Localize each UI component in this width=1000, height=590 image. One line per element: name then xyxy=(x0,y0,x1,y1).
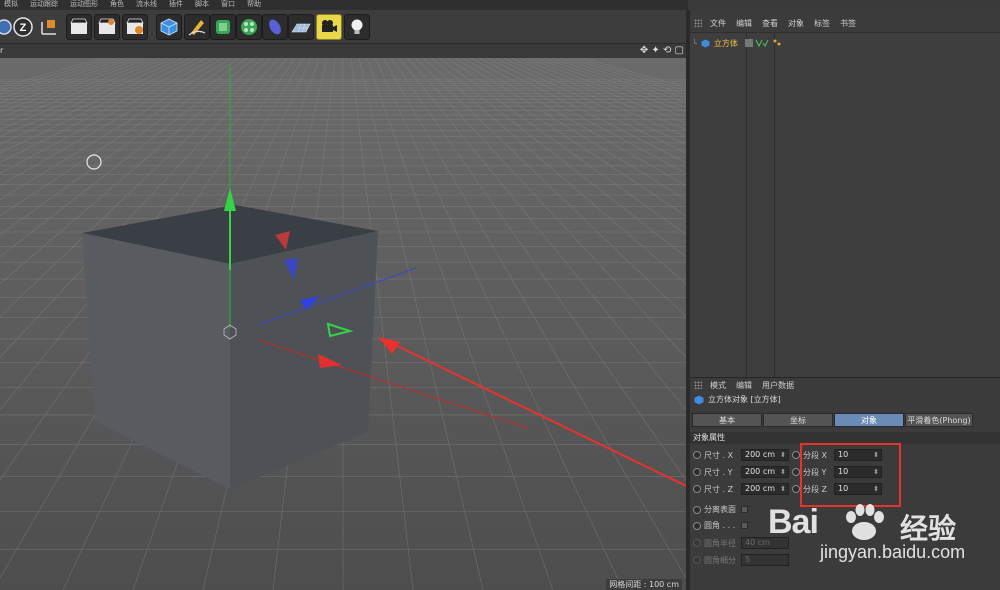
size-y-field[interactable]: 200 cm ⬍ xyxy=(741,466,789,478)
fillet-row: 圆角 . . . xyxy=(693,520,748,531)
attribute-title-text: 立方体对象 [立方体] xyxy=(708,395,781,404)
cube-object-icon xyxy=(701,39,710,47)
om-menu-file[interactable]: 文件 xyxy=(710,18,726,29)
tab-object[interactable]: 对象 xyxy=(834,413,904,427)
attr-menu-edit[interactable]: 编辑 xyxy=(736,380,752,391)
light-icon[interactable] xyxy=(344,14,370,40)
baidu-watermark: Bai 经验 jingyan.baidu.com xyxy=(760,497,1000,577)
fillet-subdivision-radio xyxy=(693,556,701,564)
object-row-cube[interactable]: └ 立方体 xyxy=(692,36,998,50)
tab-coord[interactable]: 坐标 xyxy=(763,413,833,427)
paw-logo-icon xyxy=(846,504,884,540)
viewport-label: r xyxy=(0,46,4,55)
3d-viewport[interactable]: 网格间距 : 100 cm xyxy=(0,58,686,590)
attribute-menu: 模式 编辑 用户数据 xyxy=(690,378,794,392)
separate-surfaces-label: 分离表面 xyxy=(704,505,736,514)
fillet-radius-label: 圆角半径 xyxy=(704,538,736,548)
menu-motion-tracking[interactable]: 运动跟踪 xyxy=(30,0,58,10)
floor-icon[interactable] xyxy=(288,14,314,40)
object-manager-menu: 文件 编辑 查看 对象 标签 书签 xyxy=(690,15,1000,31)
deformer-icon[interactable] xyxy=(262,14,288,40)
array-icon[interactable] xyxy=(236,14,262,40)
menu-window[interactable]: 窗口 xyxy=(221,0,235,10)
om-menu-edit[interactable]: 编辑 xyxy=(736,18,752,29)
main-menubar: 模拟 运动跟踪 运动图形 角色 流水线 插件 脚本 窗口 帮助 xyxy=(0,0,688,10)
tree-line-icon: └ xyxy=(692,38,697,48)
attr-menu-userdata[interactable]: 用户数据 xyxy=(762,380,794,391)
subdivision-icon[interactable] xyxy=(210,14,236,40)
viewport-header: r ✥ ✦ ⟲ ▢ xyxy=(0,44,688,58)
om-menu-view[interactable]: 查看 xyxy=(762,18,778,29)
om-menu-tags[interactable]: 标签 xyxy=(814,18,830,29)
attribute-title: 立方体对象 [立方体] xyxy=(694,394,781,405)
fillet-checkbox[interactable] xyxy=(741,522,748,529)
size-x-row: 尺寸 . X 200 cm ⬍ xyxy=(693,449,789,461)
size-x-label: 尺寸 . X xyxy=(704,450,734,460)
segment-y-radio[interactable] xyxy=(792,468,800,476)
fillet-subdivision-label: 圆角细分 xyxy=(704,555,736,565)
pen-icon[interactable] xyxy=(184,14,210,40)
size-y-row: 尺寸 . Y 200 cm ⬍ xyxy=(693,466,789,478)
tab-basic[interactable]: 基本 xyxy=(692,413,762,427)
menu-simulate[interactable]: 模拟 xyxy=(4,0,18,10)
size-z-label: 尺寸 . Z xyxy=(704,484,734,494)
fillet-label: 圆角 . . . xyxy=(704,521,736,530)
render-settings-icon[interactable] xyxy=(122,14,148,40)
menu-plugins[interactable]: 插件 xyxy=(169,0,183,10)
visibility-check-icon[interactable] xyxy=(744,38,769,48)
cube-object-icon xyxy=(694,395,704,404)
render-picture-icon[interactable] xyxy=(94,14,120,40)
size-y-label: 尺寸 . Y xyxy=(704,467,733,477)
menu-help[interactable]: 帮助 xyxy=(247,0,261,10)
segment-x-radio[interactable] xyxy=(792,451,800,459)
fillet-radius-radio xyxy=(693,539,701,547)
cube-icon[interactable] xyxy=(156,14,182,40)
object-list[interactable]: └ 立方体 xyxy=(690,32,1000,378)
watermark-brand: Bai xyxy=(768,503,819,541)
viewport-nav-icons[interactable]: ✥ ✦ ⟲ ▢ xyxy=(640,45,684,56)
axis-icon[interactable] xyxy=(36,14,62,40)
tag-dots-icon[interactable] xyxy=(773,39,781,47)
attribute-tabs: 基本 坐标 对象 平滑着色(Phong) xyxy=(692,413,973,427)
watermark-brand-cn: 经验 xyxy=(900,512,957,545)
zoom-icon[interactable]: Z xyxy=(10,14,36,40)
om-menu-bookmarks[interactable]: 书签 xyxy=(840,18,856,29)
separate-surfaces-row: 分离表面 xyxy=(693,504,748,515)
separate-surfaces-radio[interactable] xyxy=(693,505,701,514)
size-x-field[interactable]: 200 cm ⬍ xyxy=(741,449,789,461)
watermark-url: jingyan.baidu.com xyxy=(820,542,966,562)
separate-surfaces-checkbox[interactable] xyxy=(741,506,748,513)
size-z-field[interactable]: 200 cm ⬍ xyxy=(741,483,789,495)
menu-mograph[interactable]: 运动图形 xyxy=(70,0,98,10)
attr-menu-mode[interactable]: 模式 xyxy=(710,380,726,391)
size-x-radio[interactable] xyxy=(693,451,701,459)
size-z-row: 尺寸 . Z 200 cm ⬍ xyxy=(693,483,789,495)
grid-spacing-label: 网格间距 : 100 cm xyxy=(606,579,682,590)
object-name[interactable]: 立方体 xyxy=(714,38,738,49)
size-y-radio[interactable] xyxy=(693,468,701,476)
viewport-scene xyxy=(0,58,686,590)
tab-phong[interactable]: 平滑着色(Phong) xyxy=(905,413,973,427)
om-menu-object[interactable]: 对象 xyxy=(788,18,804,29)
fillet-radio[interactable] xyxy=(693,521,701,530)
size-z-radio[interactable] xyxy=(693,485,701,493)
menu-script[interactable]: 脚本 xyxy=(195,0,209,10)
main-toolbar: Z xyxy=(0,10,688,44)
segment-z-radio[interactable] xyxy=(792,485,800,493)
render-view-icon[interactable] xyxy=(66,14,92,40)
camera-icon[interactable] xyxy=(316,14,342,40)
menu-pipeline[interactable]: 流水线 xyxy=(136,0,157,10)
menu-character[interactable]: 角色 xyxy=(110,0,124,10)
svg-text:Z: Z xyxy=(20,22,27,34)
